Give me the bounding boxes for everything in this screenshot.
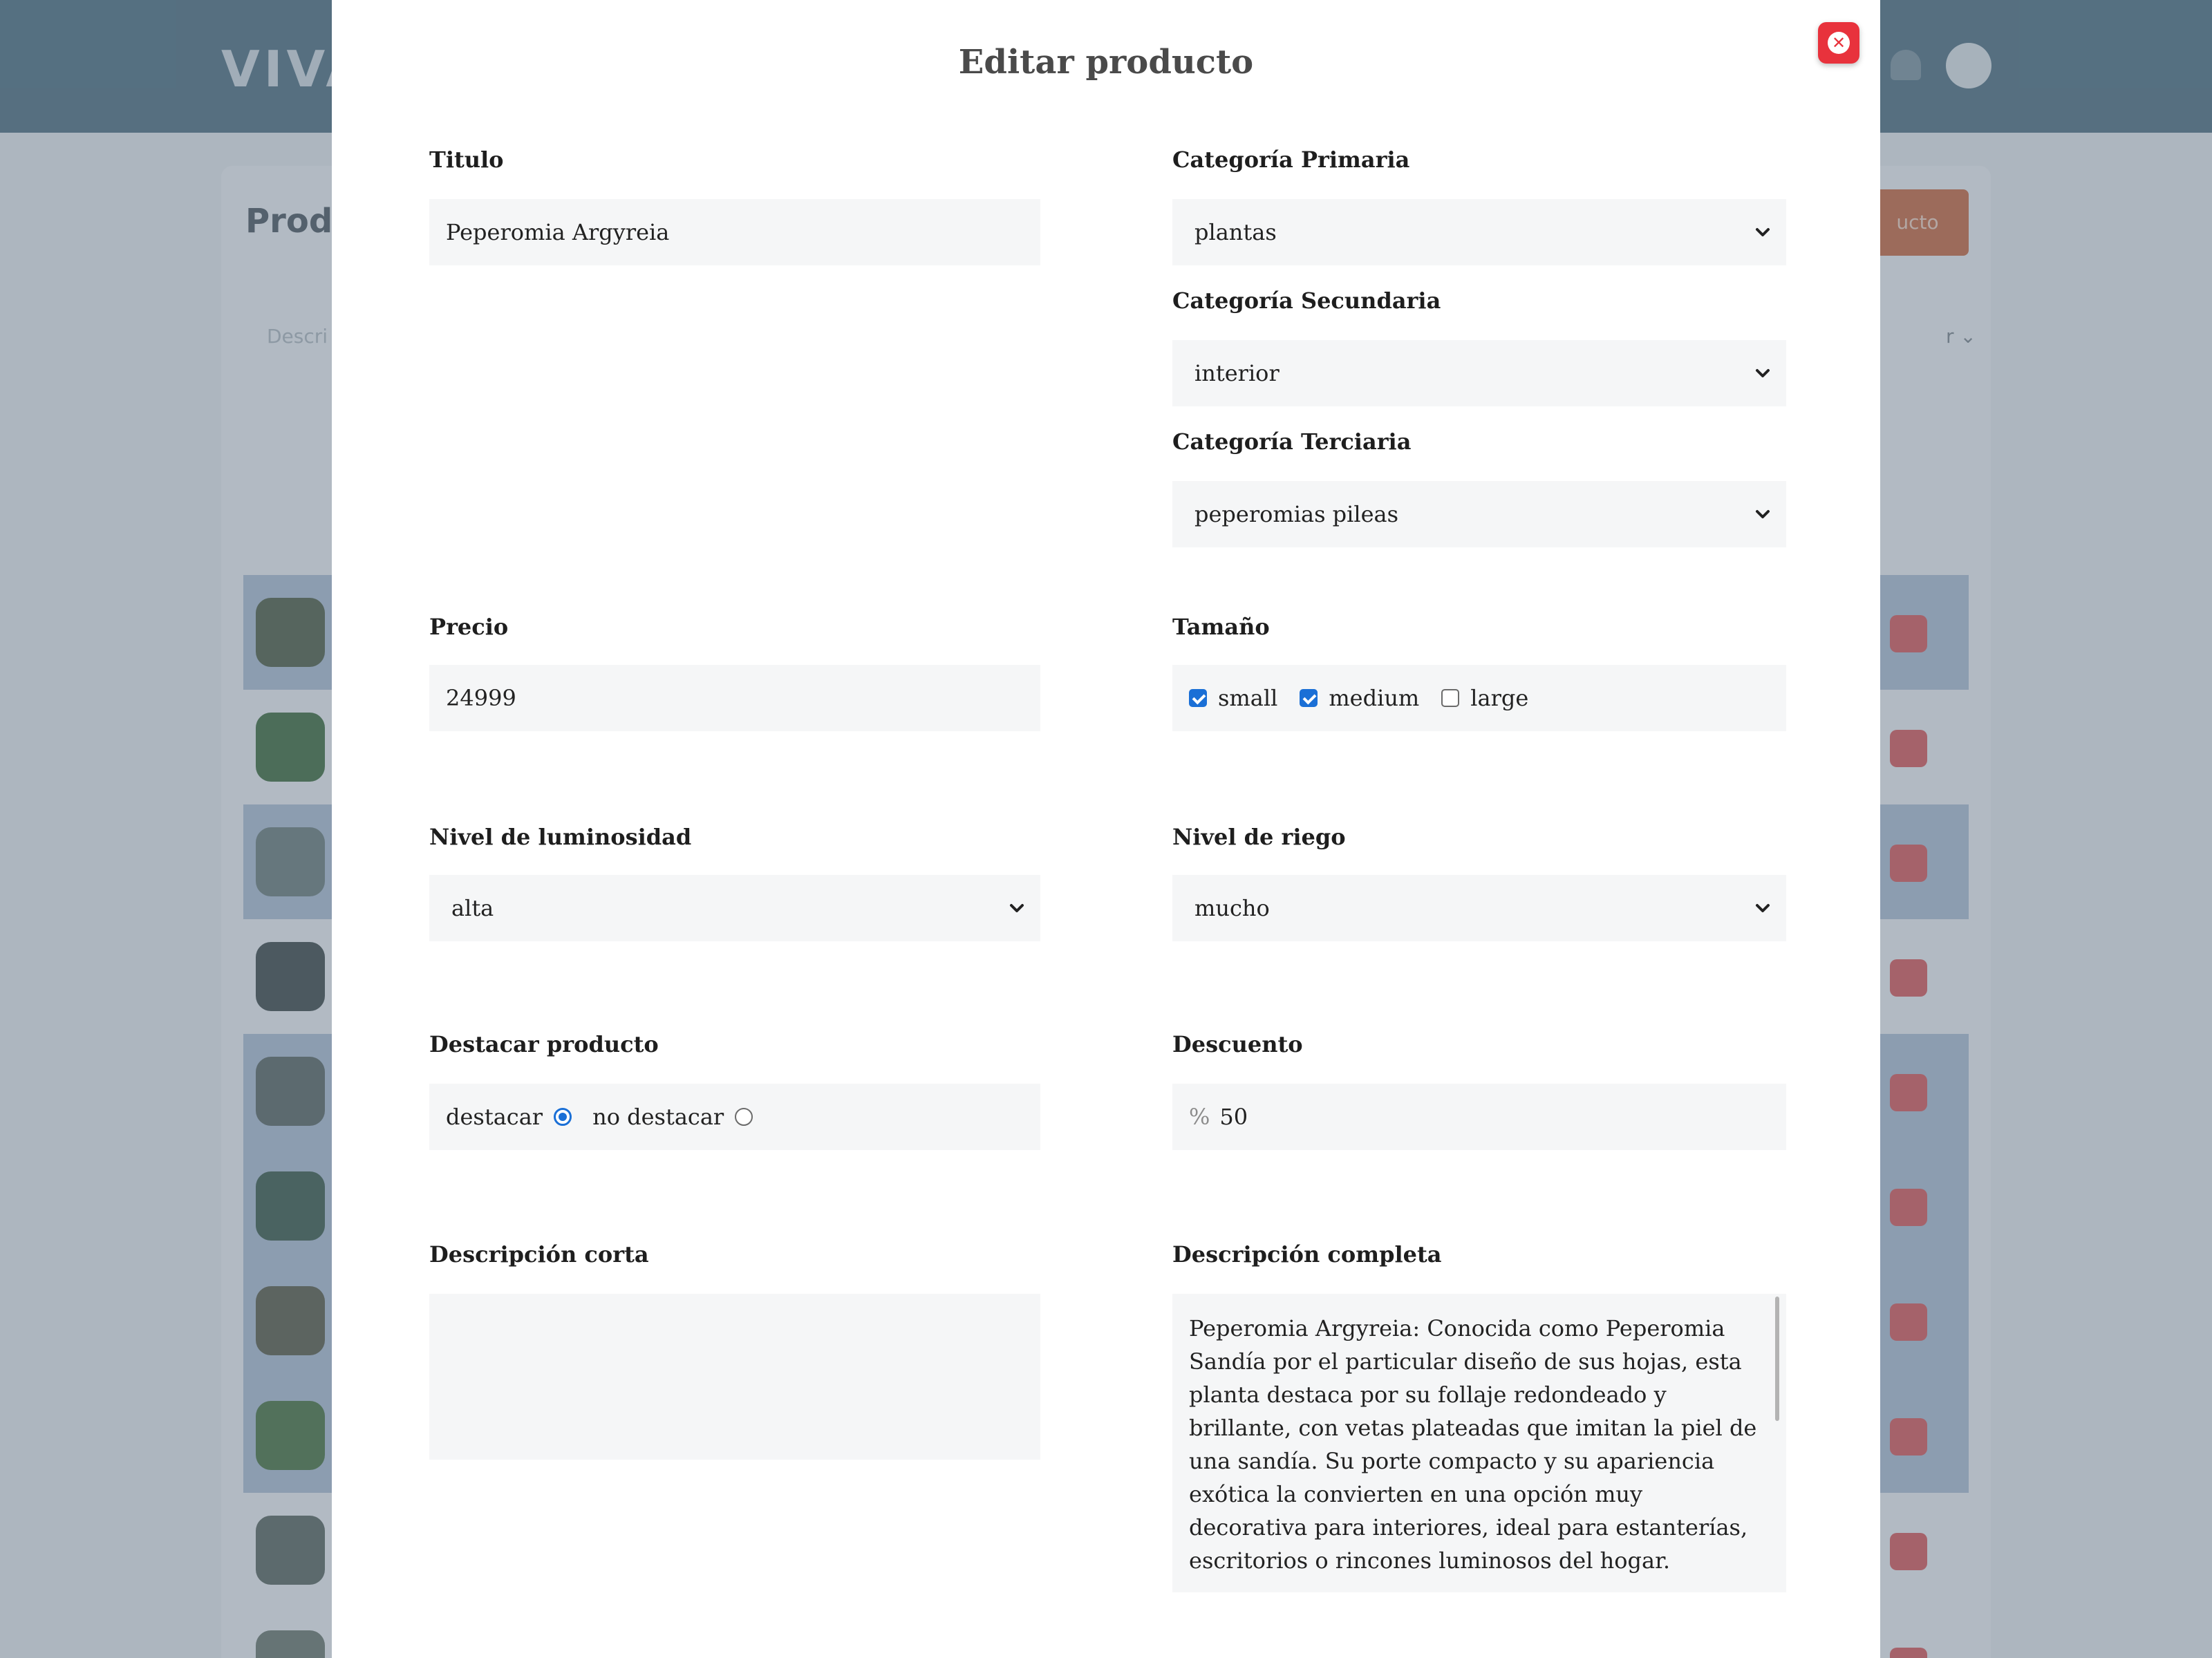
chevron-down-icon <box>1749 218 1777 246</box>
chevron-down-icon <box>1749 894 1777 922</box>
precio-input[interactable]: 24999 <box>429 665 1040 731</box>
destacar-label: Destacar producto <box>429 1031 659 1057</box>
categoria-secundaria-select[interactable]: interior <box>1172 340 1786 406</box>
descripcion-completa-textarea[interactable]: Peperomia Argyreia: Conocida como Pepero… <box>1172 1294 1786 1592</box>
titulo-label: Titulo <box>429 147 504 173</box>
size-small-checkbox[interactable]: small <box>1189 685 1277 711</box>
categoria-secundaria-value: interior <box>1194 360 1280 386</box>
no-destacar-option-label: no destacar <box>592 1104 724 1130</box>
destacar-radio[interactable] <box>554 1108 572 1126</box>
riego-select[interactable]: mucho <box>1172 875 1786 941</box>
luminosidad-label: Nivel de luminosidad <box>429 824 692 850</box>
categoria-terciaria-value: peperomias pileas <box>1194 501 1399 527</box>
size-large-label: large <box>1470 685 1529 711</box>
checkbox-checked-icon <box>1300 689 1318 707</box>
descripcion-corta-textarea[interactable] <box>429 1294 1040 1460</box>
categoria-terciaria-label: Categoría Terciaria <box>1172 428 1412 455</box>
size-small-label: small <box>1218 685 1278 711</box>
textarea-scrollbar[interactable] <box>1775 1297 1779 1421</box>
checkbox-checked-icon <box>1189 689 1207 707</box>
destacar-group: destacar no destacar <box>429 1084 1040 1150</box>
precio-label: Precio <box>429 614 509 640</box>
descripcion-corta-label: Descripción corta <box>429 1241 649 1268</box>
categoria-primaria-value: plantas <box>1194 219 1277 245</box>
checkbox-unchecked-icon <box>1441 689 1460 707</box>
percent-icon: % <box>1189 1104 1210 1130</box>
tamano-label: Tamaño <box>1172 614 1270 640</box>
descripcion-completa-label: Descripción completa <box>1172 1241 1442 1268</box>
size-large-checkbox[interactable]: large <box>1441 685 1528 711</box>
categoria-primaria-select[interactable]: plantas <box>1172 199 1786 265</box>
descuento-value: 50 <box>1219 1104 1248 1130</box>
categoria-terciaria-select[interactable]: peperomias pileas <box>1172 481 1786 547</box>
no-destacar-radio[interactable] <box>735 1108 753 1126</box>
precio-value: 24999 <box>446 685 516 711</box>
chevron-down-icon <box>1749 500 1777 528</box>
titulo-input[interactable]: Peperomia Argyreia <box>429 199 1040 265</box>
close-icon: ✕ <box>1828 32 1850 54</box>
luminosidad-select[interactable]: alta <box>429 875 1040 941</box>
tamano-group: small medium large <box>1172 665 1786 731</box>
descuento-label: Descuento <box>1172 1031 1303 1057</box>
categoria-secundaria-label: Categoría Secundaria <box>1172 288 1441 314</box>
riego-value: mucho <box>1194 895 1270 921</box>
categoria-primaria-label: Categoría Primaria <box>1172 147 1410 173</box>
descuento-input[interactable]: % 50 <box>1172 1084 1786 1150</box>
descripcion-completa-value: Peperomia Argyreia: Conocida como Pepero… <box>1189 1315 1757 1574</box>
chevron-down-icon <box>1749 359 1777 387</box>
chevron-down-icon <box>1003 894 1031 922</box>
luminosidad-value: alta <box>451 895 494 921</box>
size-medium-label: medium <box>1329 685 1420 711</box>
destacar-option-label: destacar <box>446 1104 543 1130</box>
riego-label: Nivel de riego <box>1172 824 1346 850</box>
modal-title: Editar producto <box>958 43 1254 82</box>
close-button[interactable]: ✕ <box>1818 22 1859 64</box>
titulo-value: Peperomia Argyreia <box>446 219 670 245</box>
size-medium-checkbox[interactable]: medium <box>1300 685 1419 711</box>
